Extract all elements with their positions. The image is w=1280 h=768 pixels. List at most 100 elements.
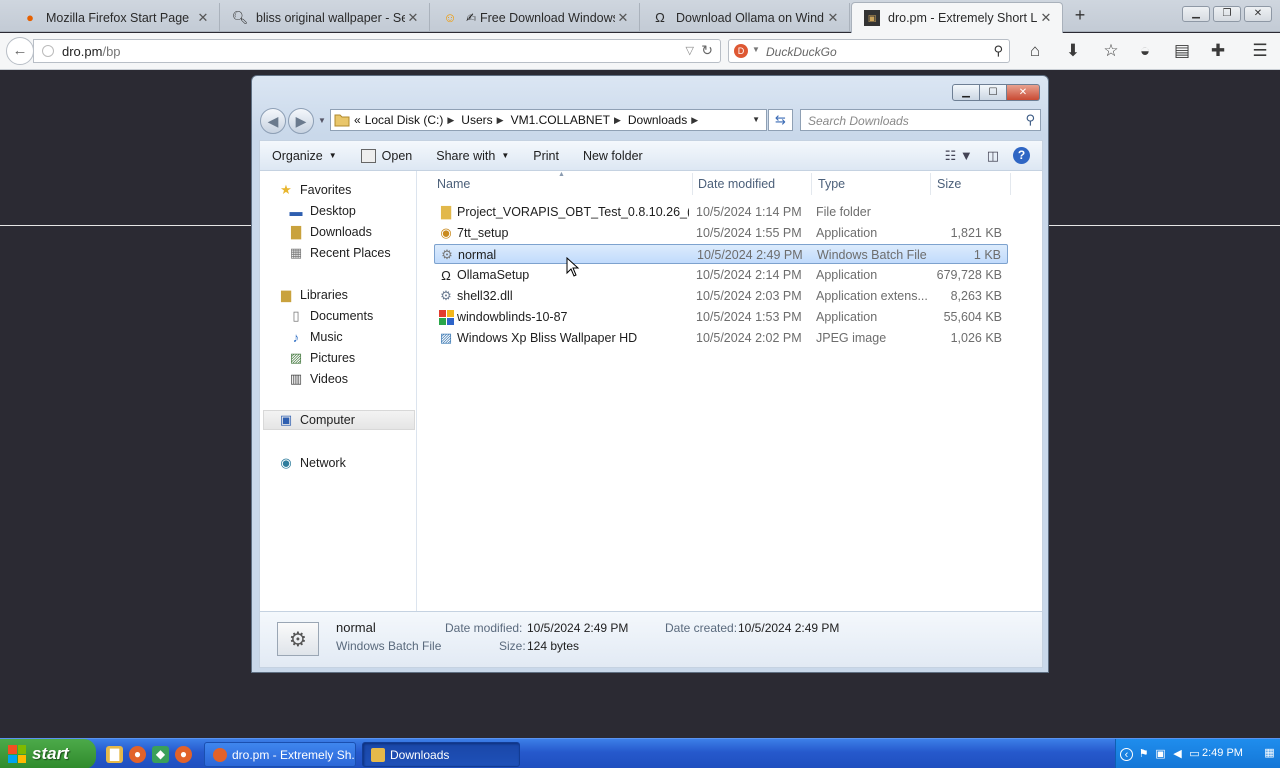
nav-computer[interactable]: ▣ Computer bbox=[263, 410, 415, 430]
forward-button[interactable]: ▶ bbox=[288, 108, 314, 134]
firefox-quicklaunch-icon[interactable]: ● bbox=[175, 746, 192, 763]
nav-downloads[interactable]: ▇ Downloads bbox=[288, 222, 372, 242]
recent-locations-chevron-icon[interactable]: ▼ bbox=[318, 116, 326, 125]
open-button[interactable]: Open bbox=[349, 148, 425, 163]
firefox-quicklaunch-icon[interactable]: ● bbox=[129, 746, 146, 763]
tab-dropm-active[interactable]: ▣ dro.pm - Extremely Short Li... ✕ bbox=[851, 2, 1063, 33]
chevron-left-icon[interactable]: ‹ bbox=[1120, 747, 1133, 761]
nav-favorites[interactable]: ★ Favorites bbox=[278, 180, 351, 200]
tab-free-download-windows[interactable]: ☺ ✍ Free Download Windows... ✕ bbox=[430, 3, 640, 32]
file-row[interactable]: ⚙ shell32.dll 10/5/2024 2:03 PM Applicat… bbox=[434, 286, 1008, 306]
nav-desktop[interactable]: ▬ Desktop bbox=[288, 201, 356, 221]
taskbar-button-firefox[interactable]: dro.pm - Extremely Sh... bbox=[204, 742, 356, 767]
nav-recent-places[interactable]: ▦ Recent Places bbox=[288, 243, 391, 263]
address-bar[interactable]: « Local Disk (C:) ▶ Users ▶ VM1.COLLABNE… bbox=[330, 109, 767, 131]
reload-icon[interactable]: ↻ bbox=[701, 42, 713, 59]
tab-firefox-start[interactable]: ● Mozilla Firefox Start Page ✕ bbox=[10, 3, 220, 32]
speaker-icon[interactable]: ◀ bbox=[1171, 748, 1184, 761]
back-button[interactable]: ← bbox=[6, 37, 34, 65]
refresh-button[interactable]: ⇆ bbox=[768, 109, 793, 131]
display-icon[interactable]: ▭ bbox=[1188, 748, 1201, 761]
new-folder-button[interactable]: New folder bbox=[571, 149, 655, 163]
organize-button[interactable]: Organize ▼ bbox=[260, 149, 349, 163]
column-divider[interactable] bbox=[1010, 173, 1011, 195]
breadcrumb-users[interactable]: Users bbox=[461, 113, 492, 127]
chevron-right-icon[interactable]: ▶ bbox=[614, 115, 621, 126]
menu-icon[interactable]: ☰ bbox=[1249, 41, 1271, 61]
column-header-type[interactable]: Type bbox=[818, 177, 845, 191]
change-view-icon[interactable]: ☷ ▼ bbox=[945, 148, 973, 164]
nav-label: Libraries bbox=[300, 288, 348, 302]
share-with-button[interactable]: Share with ▼ bbox=[424, 149, 521, 163]
home-icon[interactable]: ⌂ bbox=[1024, 41, 1046, 61]
messenger-quicklaunch-icon[interactable]: ◆ bbox=[152, 746, 169, 763]
bookmark-star-icon[interactable]: ☆ bbox=[1100, 41, 1122, 61]
chevron-right-icon[interactable]: ▶ bbox=[447, 115, 454, 126]
breadcrumb-overflow[interactable]: « bbox=[354, 113, 361, 127]
extensions-icon[interactable]: ✚ bbox=[1207, 41, 1229, 61]
details-date-modified: 10/5/2024 2:49 PM bbox=[527, 621, 629, 635]
url-bar[interactable]: dro.pm/bp ▽ ↻ bbox=[33, 39, 721, 63]
explorer-quicklaunch-icon[interactable]: ▇ bbox=[106, 746, 123, 763]
search-icon[interactable]: ⚲ bbox=[993, 43, 1003, 59]
taskbar-button-downloads[interactable]: Downloads bbox=[362, 742, 520, 767]
file-row[interactable]: ◉ 7tt_setup 10/5/2024 1:55 PM Applicatio… bbox=[434, 223, 1008, 243]
details-file-type: Windows Batch File bbox=[336, 639, 442, 653]
chevron-right-icon[interactable]: ▶ bbox=[691, 115, 698, 126]
tab-download-ollama[interactable]: Ω Download Ollama on Wind... ✕ bbox=[640, 3, 850, 32]
reading-list-icon[interactable]: ▤ bbox=[1171, 41, 1193, 61]
help-icon[interactable]: ? bbox=[1013, 147, 1030, 164]
file-row[interactable]: ▨ Windows Xp Bliss Wallpaper HD 10/5/202… bbox=[434, 328, 1008, 348]
column-header-date-modified[interactable]: Date modified bbox=[698, 177, 775, 191]
show-desktop-icon[interactable]: ▦ bbox=[1263, 747, 1276, 760]
nav-music[interactable]: ♪ Music bbox=[288, 327, 343, 347]
column-divider[interactable] bbox=[811, 173, 812, 195]
chevron-down-icon[interactable]: ▼ bbox=[752, 45, 760, 54]
close-button[interactable]: ✕ bbox=[1007, 84, 1040, 101]
close-icon[interactable]: ✕ bbox=[825, 10, 841, 26]
column-divider[interactable] bbox=[692, 173, 693, 195]
preview-pane-icon[interactable]: ◫ bbox=[987, 148, 999, 164]
tab-bliss-search[interactable]: 🔍︎ bliss original wallpaper - Se... ✕ bbox=[220, 3, 430, 32]
close-button[interactable]: ✕ bbox=[1244, 6, 1272, 22]
breadcrumb-downloads[interactable]: Downloads bbox=[628, 113, 687, 127]
search-bar[interactable]: D ▼ DuckDuckGo ⚲ bbox=[728, 39, 1010, 63]
breadcrumb-vm1-collabnet[interactable]: VM1.COLLABNET bbox=[511, 113, 610, 127]
breadcrumb-local-disk[interactable]: Local Disk (C:) bbox=[365, 113, 444, 127]
file-date: 10/5/2024 1:55 PM bbox=[696, 226, 802, 240]
maximize-button[interactable]: ☐ bbox=[980, 84, 1007, 101]
nav-documents[interactable]: ▯ Documents bbox=[288, 306, 373, 326]
minimize-button[interactable]: ▁ bbox=[1182, 6, 1210, 22]
start-button[interactable]: start bbox=[0, 739, 96, 768]
minimize-button[interactable]: ▁ bbox=[952, 84, 980, 101]
column-header-name[interactable]: Name bbox=[437, 177, 470, 191]
chevron-down-icon[interactable]: ▽ bbox=[686, 44, 694, 57]
chevron-right-icon[interactable]: ▶ bbox=[497, 115, 504, 126]
new-folder-label: New folder bbox=[582, 148, 643, 163]
nav-network[interactable]: ◉ Network bbox=[278, 453, 346, 473]
network-icon[interactable]: ▣ bbox=[1154, 748, 1167, 761]
close-icon[interactable]: ✕ bbox=[195, 10, 211, 26]
restore-button[interactable]: ❐ bbox=[1213, 6, 1241, 22]
close-icon[interactable]: ✕ bbox=[405, 10, 421, 26]
download-icon[interactable]: ⬇ bbox=[1062, 41, 1084, 61]
explorer-search-input[interactable]: Search Downloads ⚲ bbox=[800, 109, 1041, 131]
nav-libraries[interactable]: ▆ Libraries bbox=[278, 285, 348, 305]
file-row[interactable]: Ω OllamaSetup 10/5/2024 2:14 PM Applicat… bbox=[434, 265, 1008, 285]
column-header-size[interactable]: Size bbox=[937, 177, 961, 191]
flag-icon[interactable]: ⚑ bbox=[1137, 748, 1150, 761]
pocket-icon[interactable]: ◒ bbox=[1134, 41, 1156, 61]
close-icon[interactable]: ✕ bbox=[615, 10, 631, 26]
new-tab-button[interactable]: + bbox=[1070, 6, 1090, 26]
nav-pictures[interactable]: ▨ Pictures bbox=[288, 348, 355, 368]
file-row-selected[interactable]: ⚙ normal 10/5/2024 2:49 PM Windows Batch… bbox=[434, 244, 1008, 264]
chevron-down-icon[interactable]: ▼ bbox=[752, 115, 760, 124]
print-button[interactable]: Print bbox=[521, 149, 571, 163]
arrow-right-icon: ▶ bbox=[295, 113, 307, 129]
nav-videos[interactable]: ▥ Videos bbox=[288, 369, 348, 389]
back-button[interactable]: ◀ bbox=[260, 108, 286, 134]
file-row[interactable]: ▇ Project_VORAPIS_OBT_Test_0.8.10.26_(17… bbox=[434, 202, 1008, 222]
column-divider[interactable] bbox=[930, 173, 931, 195]
close-icon[interactable]: ✕ bbox=[1038, 10, 1054, 26]
file-row[interactable]: windowblinds-10-87 10/5/2024 1:53 PM App… bbox=[434, 307, 1008, 327]
